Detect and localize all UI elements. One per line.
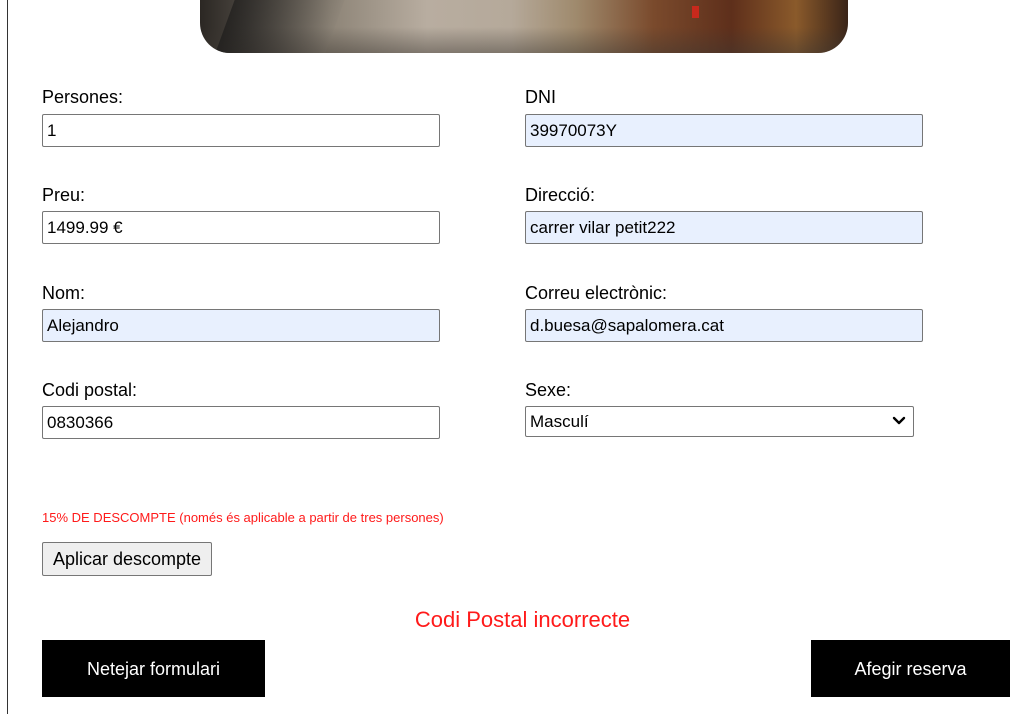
direccio-input[interactable] [525, 211, 923, 244]
add-reservation-button[interactable]: Afegir reserva [811, 640, 1010, 697]
nom-input[interactable] [42, 309, 440, 342]
chevron-down-icon [891, 407, 907, 436]
codi-postal-input[interactable] [42, 406, 440, 439]
correu-label: Correu electrònic: [525, 283, 668, 303]
sexe-selected-value: Masculí [530, 412, 589, 431]
discount-note: 15% DE DESCOMPTE (només és aplicable a p… [42, 510, 444, 525]
sexe-label: Sexe: [525, 380, 572, 400]
dni-label: DNI [525, 87, 556, 107]
hero-image [200, 0, 848, 53]
direccio-label: Direcció: [525, 185, 596, 205]
error-message: Codi Postal incorrecte [414, 607, 631, 632]
sexe-select[interactable]: Masculí [525, 406, 914, 437]
correu-input[interactable] [525, 309, 923, 342]
preu-label: Preu: [42, 185, 86, 205]
codi-postal-label: Codi postal: [42, 380, 138, 400]
hero-image-detail [692, 6, 699, 18]
reservation-page: Persones: DNI Preu: Direcció: Nom: Corre… [0, 0, 1031, 714]
nom-label: Nom: [42, 283, 86, 303]
clear-form-button[interactable]: Netejar formulari [42, 640, 265, 697]
apply-discount-button[interactable]: Aplicar descompte [42, 542, 213, 576]
persones-input[interactable] [42, 114, 440, 147]
preu-input[interactable] [42, 211, 440, 244]
dni-input[interactable] [525, 114, 923, 147]
persones-label: Persones: [42, 87, 124, 107]
